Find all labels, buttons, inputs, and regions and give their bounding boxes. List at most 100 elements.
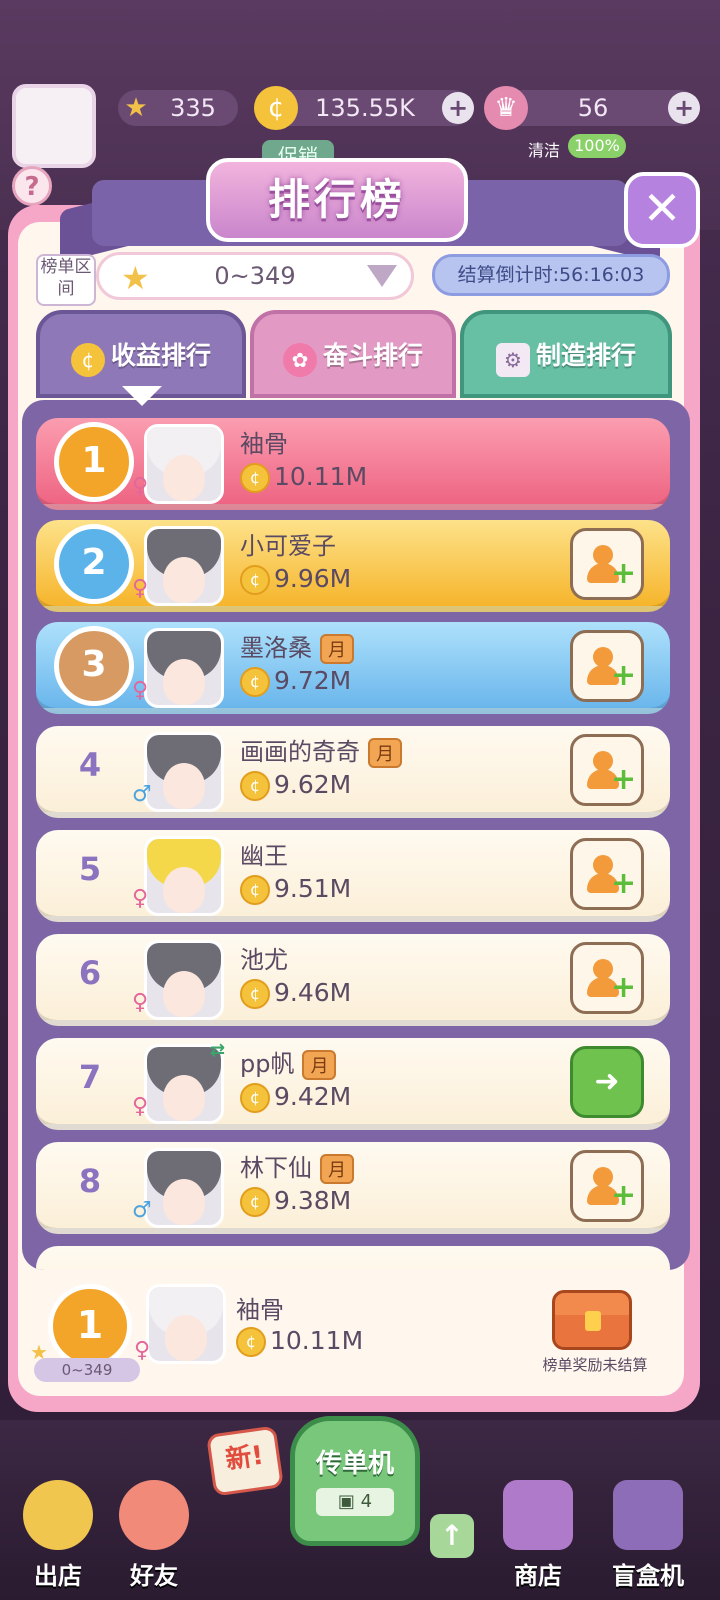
tab-crafting-ranking[interactable]: ⚙ 制造排行 xyxy=(460,310,672,398)
female-icon: ♀ xyxy=(132,474,149,499)
help-icon[interactable]: ? xyxy=(12,166,52,206)
male-icon: ♂ xyxy=(132,1198,152,1223)
player-name: 池尤 xyxy=(240,946,288,974)
add-friend-button[interactable]: + xyxy=(570,734,644,806)
coin-icon: ¢ xyxy=(70,342,105,377)
rank-number: 8 xyxy=(78,1162,102,1200)
rank-number: 4 xyxy=(78,746,102,784)
my-score: ¢ 10.11M xyxy=(236,1326,363,1357)
range-label: 榜单区间 xyxy=(36,254,96,306)
rank-number: 7 xyxy=(78,1058,102,1096)
coin-icon: ¢ xyxy=(240,667,270,697)
add-friend-button[interactable]: + xyxy=(570,838,644,910)
monthly-card-badge: 月 xyxy=(320,1154,354,1184)
swap-arrows-icon: ⇄ xyxy=(210,1040,226,1061)
avatar[interactable] xyxy=(144,424,224,504)
monthly-card-badge: 月 xyxy=(302,1050,337,1080)
clean-value-badge: 100% xyxy=(568,134,626,158)
ranking-row: 3 ♀ 墨洛桑月 ¢ 9.72M + xyxy=(36,622,670,714)
balloons-icon xyxy=(23,1480,93,1550)
add-friend-button[interactable]: + xyxy=(570,1150,644,1222)
player-score: ¢ 9.42M xyxy=(240,1082,351,1113)
stars-counter: ★ 335 xyxy=(118,90,238,126)
close-button[interactable]: ✕ xyxy=(624,172,700,248)
arrow-up-icon[interactable]: ↑ xyxy=(430,1514,474,1558)
female-icon: ♀ xyxy=(132,576,149,601)
my-gold-medal-icon: 1 xyxy=(48,1284,132,1368)
player-score: ¢ 9.62M xyxy=(240,770,351,801)
female-icon: ♀ xyxy=(134,1338,151,1363)
silver-medal-icon: 2 xyxy=(54,524,134,604)
clean-label: 清洁 xyxy=(528,141,561,160)
ranking-row: 6 ♀ 池尤 ¢ 9.46M + xyxy=(36,934,670,1026)
coins-counter: ¢ 135.55K + xyxy=(254,86,474,130)
coin-icon: ¢ xyxy=(240,1187,270,1217)
coin-icon: ¢ xyxy=(240,565,270,595)
ranking-row: 8 ♂ 林下仙月 ¢ 9.38M + xyxy=(36,1142,670,1234)
avatar[interactable] xyxy=(144,1148,224,1228)
coin-icon: ¢ xyxy=(240,875,270,905)
avatar[interactable] xyxy=(144,732,224,812)
avatar[interactable] xyxy=(144,940,224,1020)
player-score: ¢ 9.72M xyxy=(240,666,351,697)
player-score: ¢ 9.38M xyxy=(240,1186,351,1217)
ranking-row: 2 ♀ 小可爱子 ¢ 9.96M + xyxy=(36,520,670,612)
player-score: ¢ 9.46M xyxy=(240,978,351,1009)
coin-icon: ¢ xyxy=(240,979,270,1009)
reward-chest-button[interactable] xyxy=(552,1290,632,1350)
shop-icon xyxy=(503,1480,573,1550)
coin-icon: ¢ xyxy=(240,771,270,801)
my-avatar[interactable] xyxy=(146,1284,226,1364)
rank-number: 6 xyxy=(78,954,102,992)
add-friend-button[interactable]: + xyxy=(570,942,644,1014)
monthly-card-badge: 月 xyxy=(368,738,402,768)
nav-friends[interactable]: 好友 xyxy=(106,1480,202,1590)
visit-shop-button[interactable]: ➜ xyxy=(570,1046,644,1118)
female-icon: ♀ xyxy=(132,886,149,911)
flyer-count: ▣ 4 xyxy=(316,1488,394,1516)
new-badge: 新! xyxy=(206,1425,284,1497)
ranking-row: 1 ♀ 袖骨 ¢ 10.11M xyxy=(36,418,670,510)
flyer-icon: ▣ xyxy=(337,1491,361,1512)
player-name: 幽王 xyxy=(240,842,288,870)
add-coins-button[interactable]: + xyxy=(442,92,474,124)
player-score: ¢ 10.11M xyxy=(240,462,367,493)
range-value: 0~349 xyxy=(214,262,296,290)
visit-shop-icon: ➜ xyxy=(594,1064,620,1099)
coin-icon: ¢ xyxy=(254,86,298,130)
player-name: pp帆月 xyxy=(240,1044,337,1080)
range-dropdown[interactable]: ★ 0~349 xyxy=(96,252,414,300)
coin-icon: ¢ xyxy=(240,1083,270,1113)
avatar[interactable] xyxy=(144,526,224,606)
flyer-machine-button[interactable]: 传单机 ▣ 4 xyxy=(290,1416,420,1546)
player-avatar[interactable] xyxy=(12,84,96,168)
dropdown-arrow-icon xyxy=(367,265,397,287)
lock-icon xyxy=(585,1311,601,1331)
nav-shop[interactable]: 商店 xyxy=(490,1480,586,1590)
nav-store-out[interactable]: 出店 xyxy=(10,1480,106,1590)
ranking-row: 7 ⇄ ♀ pp帆月 ¢ 9.42M ➜ xyxy=(36,1038,670,1130)
monthly-card-badge: 月 xyxy=(320,634,354,664)
my-name: 袖骨 xyxy=(236,1296,284,1324)
friends-icon xyxy=(119,1480,189,1550)
ranking-row-partial xyxy=(36,1246,670,1270)
sewing-machine-icon: ⚙ xyxy=(495,342,530,377)
tab-income-ranking[interactable]: ¢ 收益排行 xyxy=(36,310,246,398)
avatar[interactable] xyxy=(144,836,224,916)
ranking-row: 4 ♂ 画画的奇奇月 ¢ 9.62M + xyxy=(36,726,670,818)
player-score: ¢ 9.96M xyxy=(240,564,351,595)
bow-icon: ✿ xyxy=(282,342,317,377)
nav-blind-box[interactable]: 盲盒机 xyxy=(600,1480,696,1590)
add-crowns-button[interactable]: + xyxy=(668,92,700,124)
tab-effort-ranking[interactable]: ✿ 奋斗排行 xyxy=(250,310,456,398)
settlement-countdown: 结算倒计时:56:16:03 xyxy=(432,254,670,296)
add-friend-button[interactable]: + xyxy=(570,630,644,702)
add-friend-button[interactable]: + xyxy=(570,528,644,600)
player-score: ¢ 9.51M xyxy=(240,874,351,905)
ranking-list[interactable]: 1 ♀ 袖骨 ¢ 10.11M 2 ♀ 小可爱子 ¢ 9.96M + 3 ♀ 墨洛桑… xyxy=(22,400,690,1270)
crown-icon: ♛ xyxy=(484,86,528,130)
female-icon: ♀ xyxy=(132,1094,149,1119)
avatar[interactable] xyxy=(144,628,224,708)
female-icon: ♀ xyxy=(132,678,149,703)
bronze-medal-icon: 3 xyxy=(54,626,134,706)
